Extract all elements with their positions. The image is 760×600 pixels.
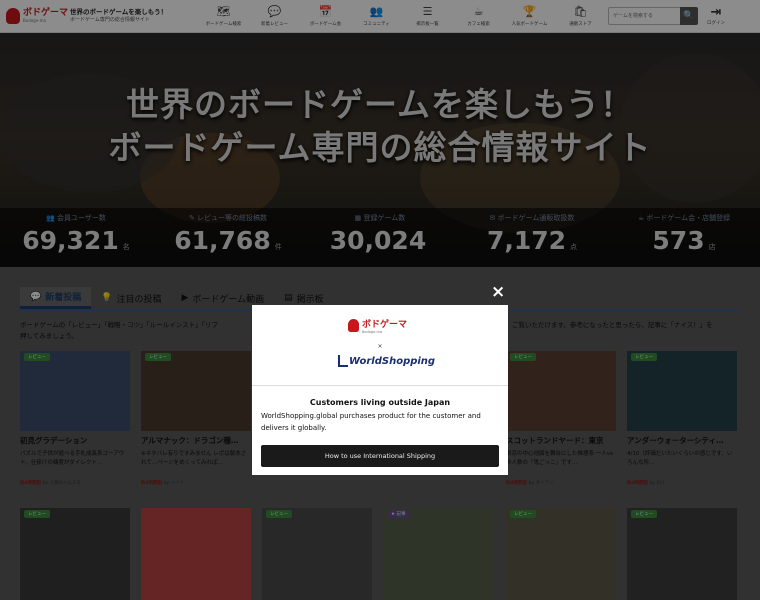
modal-times: × [377, 343, 383, 350]
modal-logo-sub: Bodoge-ma [362, 330, 383, 334]
modal-body: WorldShopping.global purchases product f… [261, 412, 481, 432]
worldshopping-modal: ボドゲーマ Bodoge-ma × WorldShopping Customer… [252, 305, 508, 475]
modal-logo: ボドゲーマ Bodoge-ma [348, 317, 407, 334]
close-icon[interactable]: × [491, 284, 505, 301]
logo-mark [348, 319, 359, 332]
worldshopping-logo: WorldShopping [338, 355, 435, 367]
international-shipping-button[interactable]: How to use International Shipping [261, 445, 499, 467]
worldshopping-text: WorldShopping [349, 356, 436, 367]
modal-overlay[interactable] [0, 0, 760, 600]
modal-heading: Customers living outside Japan [309, 398, 451, 407]
modal-logo-text: ボドゲーマ [362, 320, 408, 330]
modal-divider [252, 385, 508, 386]
cart-icon [338, 355, 348, 367]
